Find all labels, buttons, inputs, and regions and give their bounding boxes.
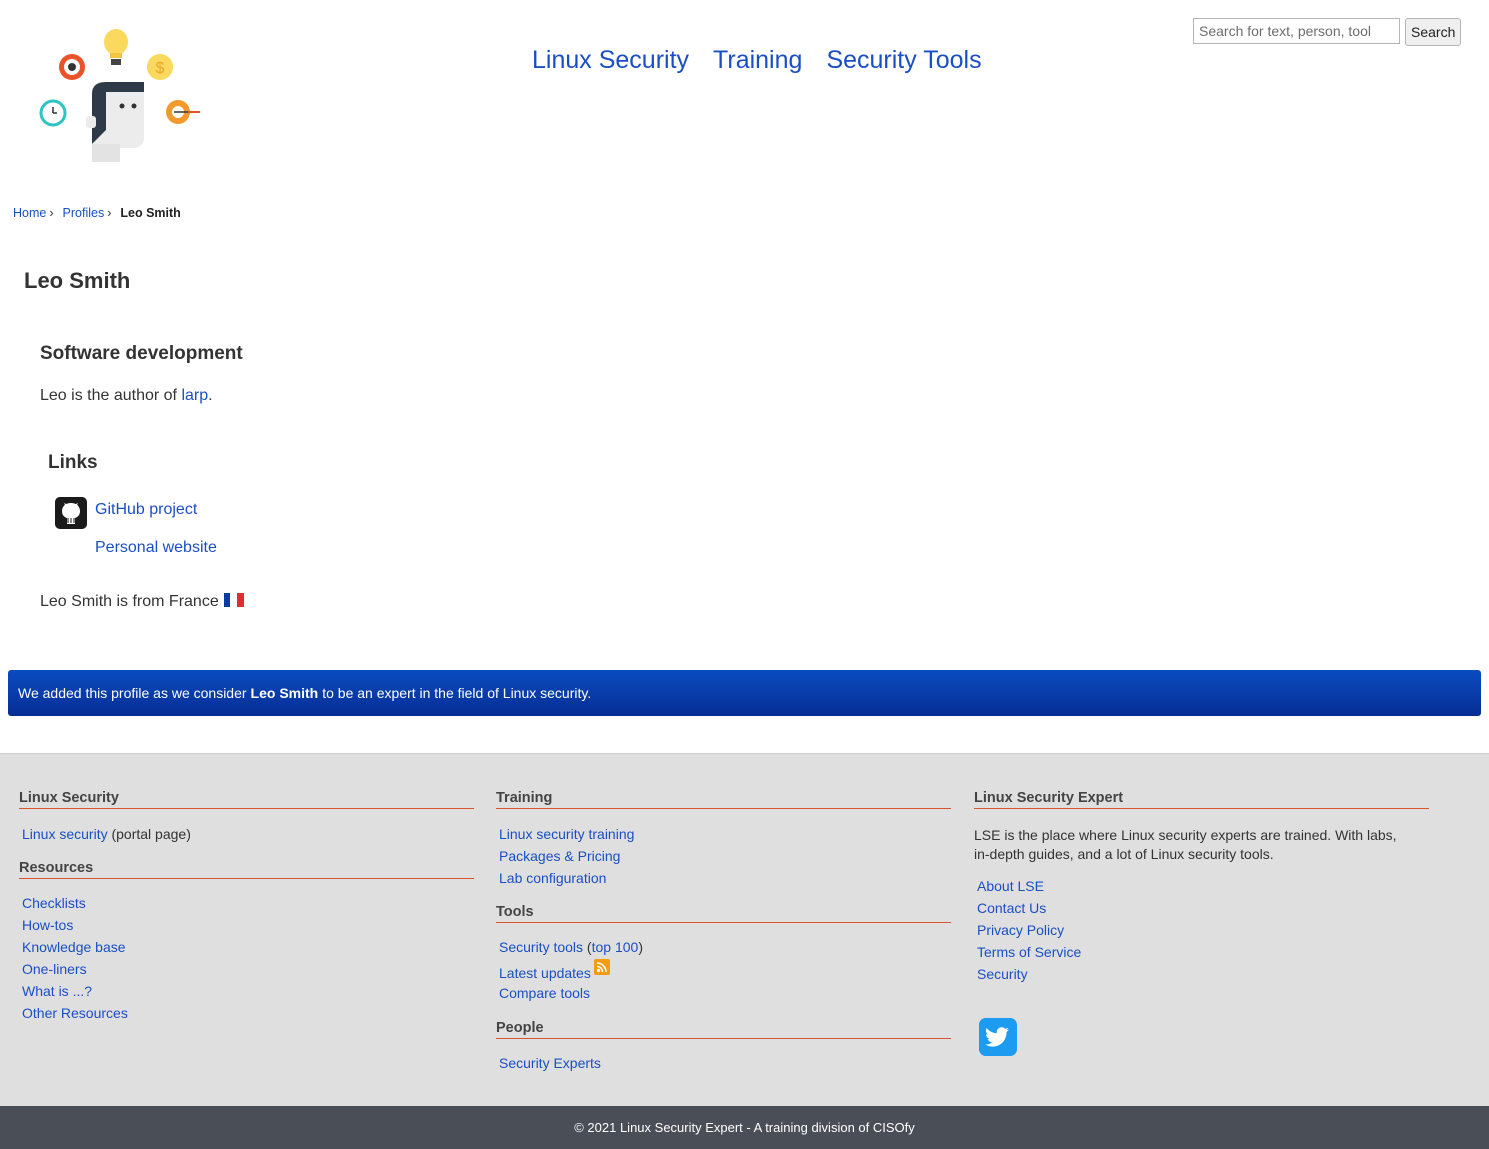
footer-link-contact-us[interactable]: Contact Us — [977, 900, 1046, 916]
lightbulb-icon — [104, 29, 128, 65]
footer-link-knowledge-base[interactable]: Knowledge base — [22, 939, 126, 955]
search-form: Search — [1193, 18, 1462, 46]
profile-category: Software development — [40, 343, 243, 364]
site-logo[interactable]: $ — [36, 26, 206, 166]
footer-link-checklists[interactable]: Checklists — [22, 895, 86, 911]
twitter-icon[interactable] — [979, 1018, 1017, 1056]
target-icon — [166, 100, 200, 124]
footer-link-security[interactable]: Security — [977, 966, 1028, 982]
expert-banner: We added this profile as we consider Leo… — [8, 670, 1481, 716]
footer-link-lab-configuration[interactable]: Lab configuration — [499, 870, 606, 886]
footer-heading-lse: Linux Security Expert — [974, 790, 1429, 809]
page-title: Leo Smith — [24, 268, 131, 293]
github-project-link[interactable]: GitHub project — [95, 501, 197, 519]
gear-icon — [59, 54, 85, 80]
footer-heading-training: Training — [496, 790, 951, 809]
profile-origin: Leo Smith is from France — [40, 593, 244, 611]
coin-icon: $ — [147, 54, 173, 80]
latest-updates-line: Latest updates — [499, 959, 610, 981]
footer-about-text: LSE is the place where Linux security ex… — [974, 827, 1397, 862]
footer-link-compare-tools[interactable]: Compare tools — [499, 985, 590, 1001]
footer-link-how-tos[interactable]: How-tos — [22, 917, 73, 933]
copyright-bar: © 2021 Linux Security Expert - A trainin… — [0, 1106, 1489, 1149]
breadcrumb: Home › Profiles › Leo Smith — [13, 206, 181, 220]
search-input[interactable] — [1193, 18, 1400, 44]
breadcrumb-home[interactable]: Home — [13, 206, 46, 220]
footer-link-security-experts[interactable]: Security Experts — [499, 1055, 601, 1071]
personal-website-link[interactable]: Personal website — [95, 539, 217, 557]
france-flag-icon — [223, 593, 244, 607]
bio-prefix: Leo is the author of — [40, 387, 182, 404]
security-tools-line: Security tools (top 100) — [499, 939, 643, 955]
footer-link-other-resources[interactable]: Other Resources — [22, 1005, 128, 1021]
github-icon — [55, 497, 87, 529]
nav-security-tools[interactable]: Security Tools — [826, 46, 981, 75]
svg-text:$: $ — [156, 60, 165, 77]
footer-link-latest-updates[interactable]: Latest updates — [499, 965, 591, 981]
footer-link-packages-pricing[interactable]: Packages & Pricing — [499, 848, 620, 864]
footer-link-top-100[interactable]: top 100 — [592, 939, 639, 955]
links-heading: Links — [48, 452, 98, 473]
portal-line: Linux security (portal page) — [22, 826, 191, 842]
footer-heading-people: People — [496, 1020, 951, 1039]
footer-link-linux-security-training[interactable]: Linux security training — [499, 826, 634, 842]
nav-training[interactable]: Training — [713, 46, 802, 75]
banner-prefix: We added this profile as we consider — [18, 685, 247, 701]
breadcrumb-separator: › — [49, 206, 54, 220]
footer-heading-tools: Tools — [496, 904, 951, 923]
paren-open: ( — [583, 939, 592, 955]
footer-link-one-liners[interactable]: One-liners — [22, 961, 87, 977]
footer-link-linux-security[interactable]: Linux security — [22, 826, 108, 842]
footer-link-what-is[interactable]: What is ...? — [22, 983, 92, 999]
rss-icon[interactable] — [593, 959, 610, 975]
project-link-larp[interactable]: larp — [181, 387, 208, 404]
footer-heading-linux-security: Linux Security — [19, 790, 474, 809]
nav-linux-security[interactable]: Linux Security — [532, 46, 689, 75]
banner-name: Leo Smith — [250, 685, 319, 701]
clock-icon — [39, 99, 67, 127]
footer-link-privacy-policy[interactable]: Privacy Policy — [977, 922, 1064, 938]
breadcrumb-profiles[interactable]: Profiles — [63, 206, 105, 220]
footer-link-terms-of-service[interactable]: Terms of Service — [977, 944, 1081, 960]
person-figure — [86, 82, 144, 162]
footer-link-security-tools[interactable]: Security tools — [499, 939, 583, 955]
paren-close: ) — [638, 939, 643, 955]
profile-bio: Leo is the author of larp. — [40, 387, 213, 405]
origin-text: Leo Smith is from France — [40, 593, 219, 610]
main-nav: Linux Security Training Security Tools — [532, 46, 982, 75]
banner-suffix: to be an expert in the field of Linux se… — [322, 685, 592, 701]
footer-link-about-lse[interactable]: About LSE — [977, 878, 1044, 894]
portal-suffix: (portal page) — [107, 826, 191, 842]
copyright-text: © 2021 Linux Security Expert - A trainin… — [574, 1120, 915, 1135]
site-footer: Linux Security Linux security (portal pa… — [0, 753, 1489, 1107]
footer-heading-resources: Resources — [19, 860, 474, 879]
breadcrumb-current: Leo Smith — [120, 206, 181, 220]
breadcrumb-separator: › — [107, 206, 112, 220]
bio-suffix: . — [208, 387, 213, 404]
search-button[interactable]: Search — [1405, 18, 1462, 46]
